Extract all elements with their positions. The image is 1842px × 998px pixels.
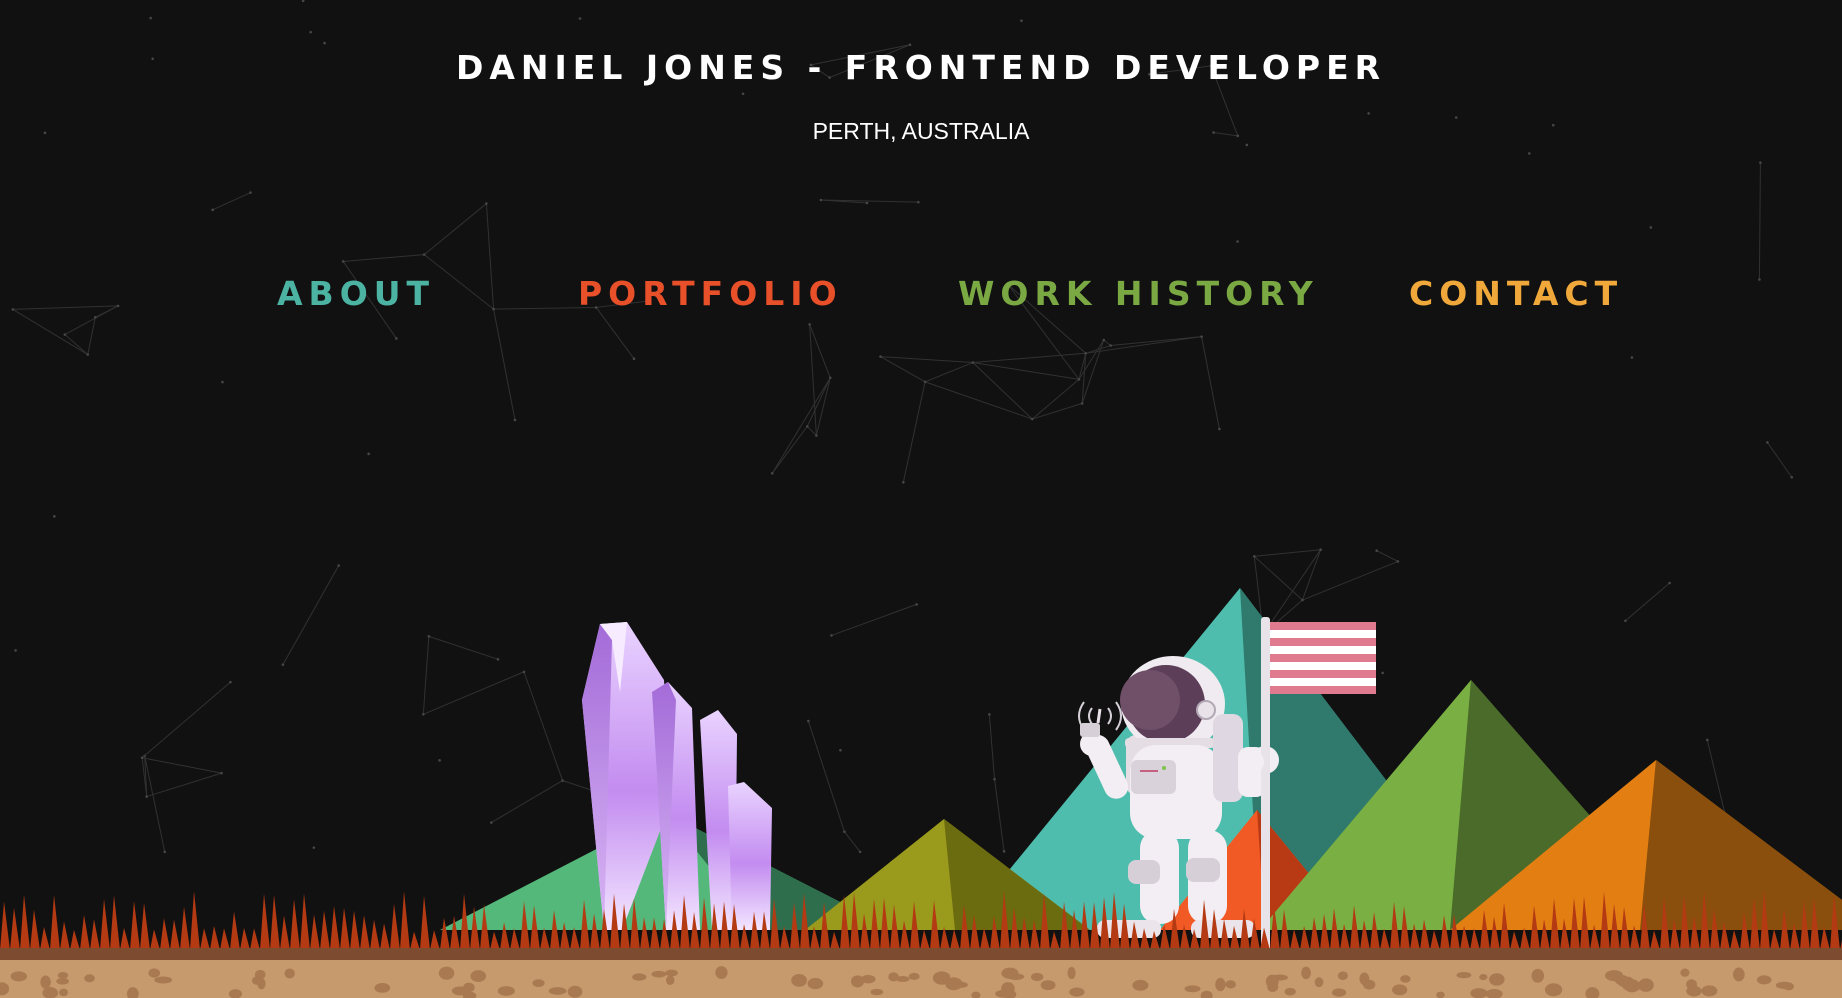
nav-link-about[interactable]: ABOUT	[277, 272, 435, 316]
main-nav: ABOUT PORTFOLIO WORK HISTORY CONTACT	[0, 272, 1842, 320]
page-title: DANIEL JONES - FRONTEND DEVELOPER	[455, 48, 1387, 87]
location-subtitle: PERTH, AUSTRALIA	[812, 118, 1030, 144]
dirt-ground	[0, 948, 1842, 998]
space-landscape-illustration	[0, 0, 1842, 998]
nav-link-contact[interactable]: CONTACT	[1409, 272, 1623, 316]
nav-link-work-history[interactable]: WORK HISTORY	[958, 272, 1319, 316]
nav-link-portfolio[interactable]: PORTFOLIO	[578, 272, 843, 316]
crystal-cluster	[582, 622, 772, 930]
